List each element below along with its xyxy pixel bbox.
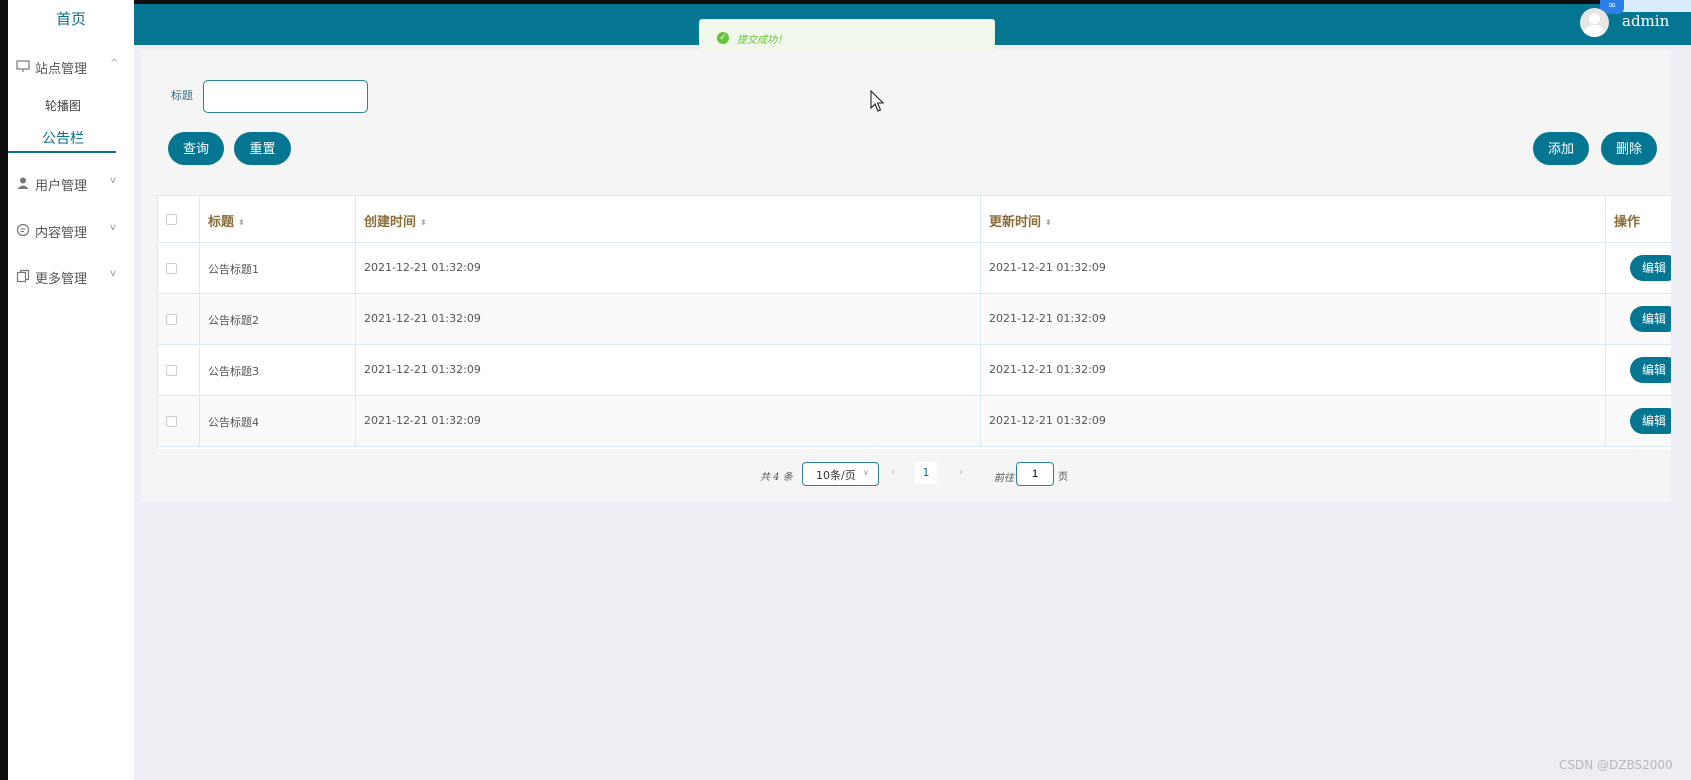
header-label: 更新时间	[989, 215, 1042, 230]
sidebar-group-users[interactable]: 用户管理 v	[8, 172, 134, 196]
main-panel: 标题 查询 重置 添加 删除 标题 ⬍ 创建时间 ⬍ 更新时间 ⬍ 操作 公告标题1 …	[141, 50, 1671, 502]
table-header-select	[157, 195, 200, 243]
sidebar-group-more[interactable]: 更多管理 v	[8, 265, 134, 289]
table-cell-title: 公告标题3	[199, 344, 356, 396]
table-cell-action: 编辑	[1605, 344, 1671, 396]
chevron-down-icon: v	[110, 175, 116, 186]
edit-button[interactable]: 编辑	[1630, 408, 1671, 434]
header-label: 创建时间	[364, 215, 417, 230]
chevron-down-icon: v	[110, 268, 116, 279]
add-button[interactable]: 添加	[1533, 132, 1589, 165]
row-checkbox[interactable]	[166, 365, 177, 376]
cell-text: 2021-12-21 01:32:09	[364, 312, 481, 325]
edit-button[interactable]: 编辑	[1630, 306, 1671, 332]
sidebar-item-notice[interactable]: 公告栏	[8, 128, 118, 148]
message-icon	[16, 223, 30, 237]
active-indicator	[8, 151, 116, 153]
copy-icon	[16, 269, 30, 283]
cell-text: 公告标题4	[208, 416, 259, 429]
prev-page-icon[interactable]: ‹	[891, 465, 895, 478]
sidebar-home-link[interactable]: 首页	[8, 8, 134, 29]
header-label: 操作	[1614, 215, 1641, 230]
goto-label: 前往	[994, 473, 1014, 484]
title-search-input[interactable]	[203, 80, 368, 113]
table-cell-action: 编辑	[1605, 293, 1671, 345]
table-row	[157, 242, 200, 294]
sidebar: 首页 站点管理 ^ 轮播图 公告栏 用户管理 v 内容管理 v 更多管理 v	[8, 0, 134, 780]
sidebar-group-label: 内容管理	[35, 226, 88, 241]
sort-icon[interactable]: ⬍	[1045, 218, 1052, 227]
edit-button[interactable]: 编辑	[1630, 255, 1671, 281]
cell-text: 2021-12-21 01:32:09	[364, 261, 481, 274]
avatar[interactable]	[1580, 8, 1609, 37]
table-cell-title: 公告标题1	[199, 242, 356, 294]
toast-message: 提交成功！	[737, 35, 787, 46]
chevron-down-icon: v	[110, 222, 116, 233]
check-circle-icon: ✓	[717, 32, 729, 44]
sidebar-item-carousel[interactable]: 轮播图	[8, 97, 118, 114]
table-cell-updated: 2021-12-21 01:32:09	[980, 344, 1606, 396]
sort-icon[interactable]: ⬍	[238, 218, 245, 227]
table-row	[157, 293, 200, 345]
table-header-title[interactable]: 标题 ⬍	[199, 195, 356, 243]
chevron-up-icon: ^	[110, 58, 119, 69]
query-button[interactable]: 查询	[168, 132, 224, 165]
page-suffix: 页	[1058, 472, 1068, 483]
table-row	[157, 344, 200, 396]
table-cell-title: 公告标题4	[199, 395, 356, 447]
table-cell-updated: 2021-12-21 01:32:09	[980, 293, 1606, 345]
cell-text: 公告标题1	[208, 263, 259, 276]
table-cell-action: 编辑	[1605, 395, 1671, 447]
table-cell-updated: 2021-12-21 01:32:09	[980, 242, 1606, 294]
page-number[interactable]: 1	[915, 462, 937, 484]
monitor-icon	[16, 60, 30, 72]
sort-icon[interactable]: ⬍	[420, 218, 427, 227]
cell-text: 2021-12-21 01:32:09	[364, 363, 481, 376]
cell-text: 2021-12-21 01:32:09	[989, 363, 1106, 376]
table-cell-created: 2021-12-21 01:32:09	[355, 242, 981, 294]
next-page-icon[interactable]: ›	[959, 465, 963, 478]
cell-text: 2021-12-21 01:32:09	[364, 414, 481, 427]
sidebar-group-label: 更多管理	[35, 272, 88, 287]
watermark: CSDN @DZBS2000	[1559, 758, 1673, 772]
search-label: 标题	[171, 89, 193, 102]
cell-text: 公告标题3	[208, 365, 259, 378]
cell-text: 2021-12-21 01:32:09	[989, 261, 1106, 274]
sidebar-group-site[interactable]: 站点管理 ^	[8, 55, 134, 79]
reset-button[interactable]: 重置	[234, 132, 291, 165]
select-all-checkbox[interactable]	[166, 214, 177, 225]
page-size-value: 10条/页	[816, 469, 856, 482]
cell-text: 2021-12-21 01:32:09	[989, 312, 1106, 325]
notice-table: 标题 ⬍ 创建时间 ⬍ 更新时间 ⬍ 操作 公告标题1 2021-12-21 01:3…	[157, 195, 1671, 449]
sidebar-group-label: 用户管理	[35, 179, 88, 194]
user-icon	[17, 177, 29, 189]
table-header-updated[interactable]: 更新时间 ⬍	[980, 195, 1606, 243]
table-cell-created: 2021-12-21 01:32:09	[355, 395, 981, 447]
page-size-select[interactable]: 10条/页 ∨	[802, 462, 879, 486]
goto-page-input[interactable]	[1016, 462, 1054, 486]
edit-button[interactable]: 编辑	[1630, 357, 1671, 383]
header-label: 标题	[208, 215, 235, 230]
table-cell-created: 2021-12-21 01:32:09	[355, 293, 981, 345]
table-row	[157, 395, 200, 447]
table-cell-created: 2021-12-21 01:32:09	[355, 344, 981, 396]
sidebar-group-content[interactable]: 内容管理 v	[8, 219, 134, 243]
row-checkbox[interactable]	[166, 416, 177, 427]
table-cell-title: 公告标题2	[199, 293, 356, 345]
row-checkbox[interactable]	[166, 314, 177, 325]
table-cell-updated: 2021-12-21 01:32:09	[980, 395, 1606, 447]
table-cell-action: 编辑	[1605, 242, 1671, 294]
table-header-created[interactable]: 创建时间 ⬍	[355, 195, 981, 243]
username[interactable]: admin	[1622, 12, 1669, 30]
chevron-down-icon: ∨	[863, 468, 869, 477]
table-header-action: 操作	[1605, 195, 1671, 243]
row-checkbox[interactable]	[166, 263, 177, 274]
pagination-total: 共 4 条	[760, 472, 793, 483]
cell-text: 公告标题2	[208, 314, 259, 327]
mouse-cursor-icon	[870, 90, 885, 112]
delete-button[interactable]: 删除	[1601, 132, 1657, 165]
sidebar-group-label: 站点管理	[35, 62, 88, 77]
window-edge	[0, 0, 8, 780]
cell-text: 2021-12-21 01:32:09	[989, 414, 1106, 427]
